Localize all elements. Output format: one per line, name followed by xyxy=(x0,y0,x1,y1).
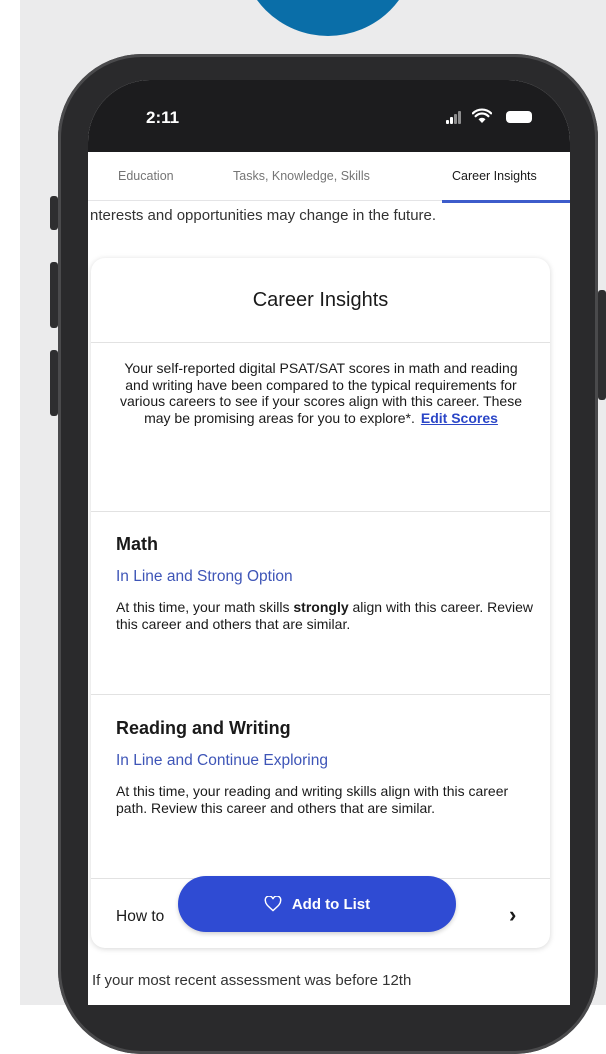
status-time: 2:11 xyxy=(146,108,180,127)
add-to-list-label: Add to List xyxy=(291,895,371,913)
reading-writing-title: Reading and Writing xyxy=(116,718,291,738)
math-body-emphasis: strongly xyxy=(293,599,349,615)
tab-career-insights[interactable]: Career Insights xyxy=(452,169,537,183)
math-title: Math xyxy=(116,534,158,554)
status-bar: 2:11 xyxy=(88,80,570,152)
tab-tasks-knowledge-skills[interactable]: Tasks, Knowledge, Skills xyxy=(233,169,370,183)
chevron-right-icon[interactable]: › xyxy=(509,902,516,928)
card-title: Career Insights xyxy=(91,258,550,343)
battery-icon xyxy=(506,111,532,123)
edit-scores-link[interactable]: Edit Scores xyxy=(421,410,498,426)
footer-text: If your most recent assessment was befor… xyxy=(92,972,412,989)
divider xyxy=(91,511,550,512)
math-body: At this time, your math skills strongly … xyxy=(116,599,534,632)
intro-text: nterests and opportunities may change in… xyxy=(90,207,437,224)
signal-icon xyxy=(446,110,462,124)
tab-education[interactable]: Education xyxy=(118,169,174,183)
phone-side-button xyxy=(50,350,58,416)
heart-icon xyxy=(264,896,282,912)
math-status: In Line and Strong Option xyxy=(116,568,293,585)
tab-bar: Education Tasks, Knowledge, Skills Caree… xyxy=(88,152,570,201)
wifi-icon xyxy=(472,108,492,123)
phone-side-button xyxy=(598,290,606,400)
phone-side-button xyxy=(50,262,58,328)
card-description: Your self-reported digital PSAT/SAT scor… xyxy=(111,360,531,426)
phone-screen: 2:11 Education Tasks, Knowledge, Skills … xyxy=(88,80,570,1005)
reading-writing-status: In Line and Continue Exploring xyxy=(116,752,328,769)
phone-side-button xyxy=(50,196,58,230)
how-to-row-label[interactable]: How to xyxy=(116,908,164,926)
reading-writing-body: At this time, your reading and writing s… xyxy=(116,783,509,816)
active-tab-indicator xyxy=(442,200,570,203)
career-insights-card: Career Insights Your self-reported digit… xyxy=(91,258,550,948)
divider xyxy=(91,694,550,695)
add-to-list-button[interactable]: Add to List xyxy=(178,876,456,932)
